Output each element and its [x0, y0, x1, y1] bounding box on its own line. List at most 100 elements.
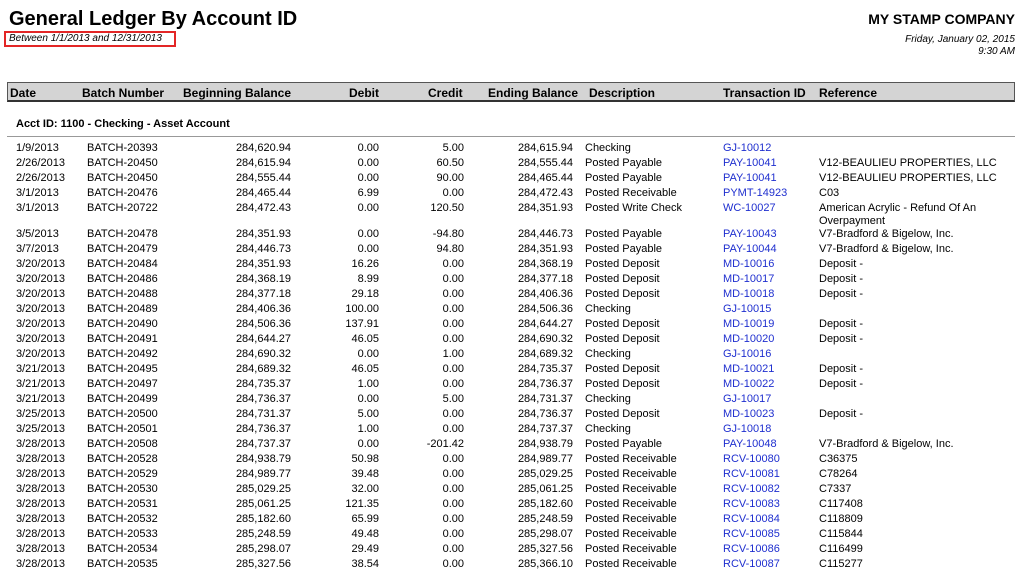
row-transaction-link[interactable]: MD-10016: [723, 258, 774, 271]
row-credit: 0.00: [442, 187, 464, 199]
row-batch-number: BATCH-20497: [87, 378, 158, 390]
row-transaction-link[interactable]: PAY-10044: [723, 243, 777, 256]
row-transaction-link[interactable]: MD-10017: [723, 273, 774, 286]
row-transaction-link[interactable]: GJ-10017: [723, 393, 771, 406]
row-debit: 49.48: [351, 528, 379, 540]
row-description: Posted Deposit: [585, 408, 660, 420]
row-ending-balance: 284,351.93: [517, 243, 573, 255]
row-credit: 0.00: [442, 543, 464, 555]
row-transaction-link[interactable]: RCV-10081: [723, 468, 780, 481]
row-reference: C117408: [819, 498, 863, 510]
row-debit: 50.98: [351, 453, 379, 465]
row-description: Posted Receivable: [585, 187, 677, 199]
row-date: 3/20/2013: [16, 333, 65, 345]
row-transaction-link[interactable]: RCV-10080: [723, 453, 780, 466]
row-ending-balance: 284,472.43: [517, 187, 573, 199]
report-run-time: 9:30 AM: [978, 46, 1015, 57]
row-reference: V12-BEAULIEU PROPERTIES, LLC: [819, 157, 997, 169]
row-ending-balance: 285,248.59: [517, 513, 573, 525]
row-batch-number: BATCH-20488: [87, 288, 158, 300]
row-transaction-link[interactable]: RCV-10084: [723, 513, 780, 526]
row-batch-number: BATCH-20476: [87, 187, 158, 199]
col-header-beginning: Beginning Balance: [183, 86, 292, 100]
row-batch-number: BATCH-20450: [87, 172, 158, 184]
date-range-filter[interactable]: Between 1/1/2013 and 12/31/2013: [4, 31, 176, 47]
row-reference: Deposit -: [819, 408, 864, 420]
row-reference: C7337: [819, 483, 852, 495]
column-header-bar: Date Batch Number Beginning Balance Debi…: [7, 82, 1015, 102]
row-beginning-balance: 284,615.94: [235, 157, 291, 169]
table-row: 3/5/2013 BATCH-20478 284,351.93 0.00 -94.80 2…: [0, 228, 1023, 243]
row-transaction-link[interactable]: GJ-10012: [723, 142, 771, 155]
row-debit: 0.00: [357, 157, 379, 169]
row-reference: C118809: [819, 513, 863, 525]
row-transaction-link[interactable]: MD-10020: [723, 333, 774, 346]
row-transaction-link[interactable]: MD-10018: [723, 288, 774, 301]
row-debit: 1.00: [357, 378, 379, 390]
row-batch-number: BATCH-20531: [87, 498, 158, 510]
row-reference: C03: [819, 187, 840, 199]
row-description: Posted Deposit: [585, 363, 660, 375]
row-ending-balance: 285,029.25: [517, 468, 573, 480]
table-row: 3/21/2013 BATCH-20497 284,735.37 1.00 0.00 28…: [0, 378, 1023, 393]
row-ending-balance: 284,406.36: [517, 288, 573, 300]
row-transaction-link[interactable]: MD-10019: [723, 318, 774, 331]
row-batch-number: BATCH-20508: [87, 438, 158, 450]
row-beginning-balance: 285,029.25: [235, 483, 291, 495]
row-transaction-link[interactable]: PAY-10048: [723, 438, 777, 451]
row-transaction-link[interactable]: RCV-10086: [723, 543, 780, 556]
row-reference: Deposit -: [819, 273, 864, 285]
row-transaction-link[interactable]: RCV-10082: [723, 483, 780, 496]
row-description: Posted Receivable: [585, 468, 677, 480]
row-batch-number: BATCH-20528: [87, 453, 158, 465]
row-transaction-link[interactable]: PYMT-14923: [723, 187, 787, 200]
table-row: 3/28/2013 BATCH-20533 285,248.59 49.48 0.00 2…: [0, 528, 1023, 543]
row-transaction-link[interactable]: PAY-10043: [723, 228, 777, 241]
row-transaction-link[interactable]: GJ-10016: [723, 348, 771, 361]
row-date: 3/28/2013: [16, 558, 65, 570]
row-transaction-link[interactable]: PAY-10041: [723, 172, 777, 185]
report-run-datetime: Friday, January 02, 2015 9:30 AM: [905, 34, 1015, 58]
table-row: 3/28/2013 BATCH-20534 285,298.07 29.49 0.00 2…: [0, 543, 1023, 558]
row-transaction-link[interactable]: RCV-10087: [723, 558, 780, 571]
row-credit: 0.00: [442, 483, 464, 495]
row-beginning-balance: 284,377.18: [235, 288, 291, 300]
row-transaction-link[interactable]: RCV-10085: [723, 528, 780, 541]
row-debit: 6.99: [357, 187, 379, 199]
row-debit: 32.00: [351, 483, 379, 495]
row-ending-balance: 285,298.07: [517, 528, 573, 540]
row-debit: 38.54: [351, 558, 379, 570]
row-description: Posted Payable: [585, 243, 663, 255]
row-credit: 0.00: [442, 378, 464, 390]
row-date: 3/21/2013: [16, 378, 65, 390]
row-transaction-link[interactable]: GJ-10015: [723, 303, 771, 316]
row-transaction-link[interactable]: MD-10023: [723, 408, 774, 421]
table-row: 3/25/2013 BATCH-20501 284,736.37 1.00 0.00 28…: [0, 423, 1023, 438]
table-row: 3/28/2013 BATCH-20531 285,061.25 121.35 0.00…: [0, 498, 1023, 513]
row-ending-balance: 284,465.44: [517, 172, 573, 184]
row-transaction-link[interactable]: WC-10027: [723, 202, 776, 215]
row-date: 3/20/2013: [16, 303, 65, 315]
row-date: 3/21/2013: [16, 363, 65, 375]
row-transaction-link[interactable]: RCV-10083: [723, 498, 780, 511]
table-row: 3/21/2013 BATCH-20495 284,689.32 46.05 0.00 2…: [0, 363, 1023, 378]
row-batch-number: BATCH-20491: [87, 333, 158, 345]
row-ending-balance: 284,446.73: [517, 228, 573, 240]
row-reference: V7-Bradford & Bigelow, Inc.: [819, 243, 954, 255]
ledger-rows: 1/9/2013 BATCH-20393 284,620.94 0.00 5.00 284…: [0, 142, 1023, 573]
row-ending-balance: 285,182.60: [517, 498, 573, 510]
table-row: 3/28/2013 BATCH-20530 285,029.25 32.00 0.00 2…: [0, 483, 1023, 498]
row-beginning-balance: 284,736.37: [235, 423, 291, 435]
table-row: 3/28/2013 BATCH-20535 285,327.56 38.54 0.00 2…: [0, 558, 1023, 573]
row-ending-balance: 284,736.37: [517, 408, 573, 420]
row-date: 3/28/2013: [16, 528, 65, 540]
row-credit: 0.00: [442, 513, 464, 525]
row-transaction-link[interactable]: GJ-10018: [723, 423, 771, 436]
row-batch-number: BATCH-20492: [87, 348, 158, 360]
row-beginning-balance: 284,406.36: [235, 303, 291, 315]
row-date: 3/1/2013: [16, 187, 59, 199]
row-transaction-link[interactable]: MD-10021: [723, 363, 774, 376]
table-row: 3/1/2013 BATCH-20476 284,465.44 6.99 0.00 284…: [0, 187, 1023, 202]
row-transaction-link[interactable]: PAY-10041: [723, 157, 777, 170]
row-transaction-link[interactable]: MD-10022: [723, 378, 774, 391]
